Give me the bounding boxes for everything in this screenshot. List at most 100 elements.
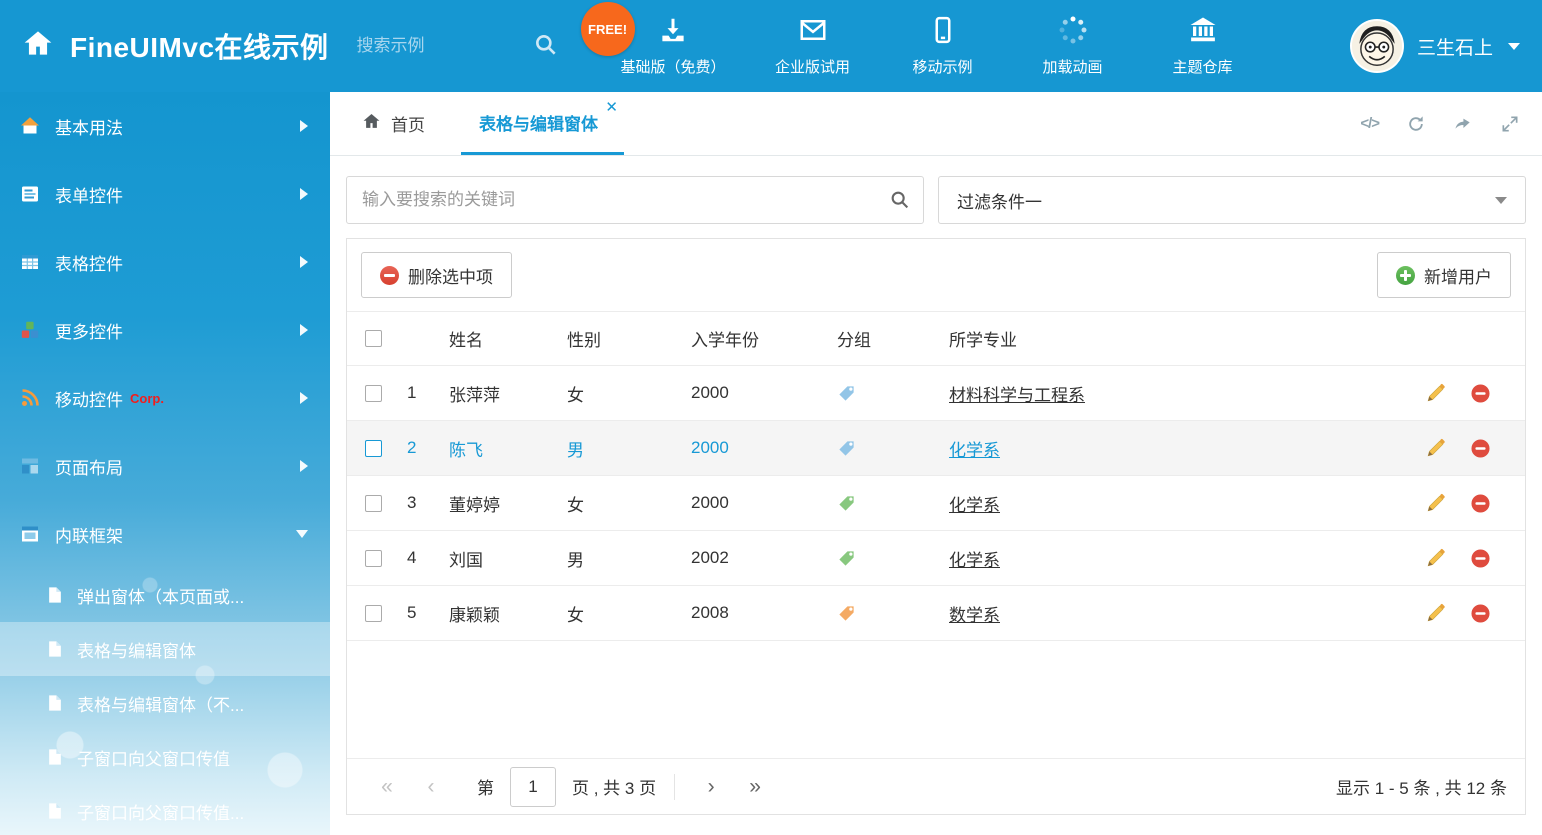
sidebar-subitem-child-to-parent[interactable]: 子窗口向父窗口传值 bbox=[0, 730, 330, 784]
nav-item-enterprise-trial[interactable]: 企业版试用 bbox=[770, 0, 856, 92]
file-icon bbox=[46, 802, 64, 820]
plus-circle-icon bbox=[1396, 266, 1415, 285]
sidebar-item-label: 内联框架 bbox=[55, 522, 123, 547]
sidebar-item-iframe[interactable]: 内联框架 bbox=[0, 500, 330, 568]
form-icon bbox=[20, 184, 40, 204]
sidebar-subitem-child-to-parent-2[interactable]: 子窗口向父窗口传值... bbox=[0, 784, 330, 835]
sidebar-item-page-layout[interactable]: 页面布局 bbox=[0, 432, 330, 500]
edit-pencil-icon[interactable] bbox=[1425, 383, 1446, 404]
sidebar-item-basic-usage[interactable]: 基本用法 bbox=[0, 92, 330, 160]
delete-row-icon[interactable] bbox=[1470, 603, 1491, 624]
tab-grid-edit-window[interactable]: 表格与编辑窗体 ✕ bbox=[461, 92, 624, 155]
chevron-down-icon bbox=[1495, 197, 1507, 204]
row-checkbox[interactable] bbox=[365, 550, 382, 567]
user-menu[interactable]: 三生石上 bbox=[1350, 19, 1520, 73]
home-icon[interactable] bbox=[22, 28, 54, 65]
delete-row-icon[interactable] bbox=[1470, 493, 1491, 514]
row-checkbox[interactable] bbox=[365, 385, 382, 402]
major-link[interactable]: 化学系 bbox=[949, 441, 1000, 460]
major-link[interactable]: 化学系 bbox=[949, 551, 1000, 570]
row-checkbox[interactable] bbox=[365, 495, 382, 512]
keyword-search[interactable] bbox=[346, 176, 924, 224]
tag-icon bbox=[837, 549, 856, 568]
row-year: 2008 bbox=[683, 603, 829, 623]
major-link[interactable]: 数学系 bbox=[949, 606, 1000, 625]
brand[interactable]: FineUIMvc在线示例 bbox=[22, 26, 329, 66]
tag-icon bbox=[837, 439, 856, 458]
search-icon[interactable] bbox=[533, 32, 559, 63]
grid-panel: 删除选中项 新增用户 姓名 性别 入学年份 分组 所学专业 1 张萍萍 女 20… bbox=[346, 238, 1526, 815]
table-row[interactable]: 1 张萍萍 女 2000 材料科学与工程系 bbox=[347, 366, 1525, 421]
row-gender: 女 bbox=[559, 601, 683, 626]
sidebar-subitem-grid-edit-window[interactable]: 表格与编辑窗体 bbox=[0, 622, 330, 676]
last-page-button[interactable]: » bbox=[733, 775, 777, 799]
search-icon[interactable] bbox=[889, 189, 911, 216]
major-link[interactable]: 化学系 bbox=[949, 496, 1000, 515]
cubes-icon bbox=[20, 320, 40, 340]
sidebar-subitem-label: 子窗口向父窗口传值 bbox=[77, 745, 230, 770]
table-row[interactable]: 2 陈飞 男 2000 化学系 bbox=[347, 421, 1525, 476]
spinner-icon bbox=[1058, 15, 1088, 49]
row-checkbox[interactable] bbox=[365, 440, 382, 457]
edit-pencil-icon[interactable] bbox=[1425, 438, 1446, 459]
source-code-icon[interactable]: </> bbox=[1360, 115, 1379, 132]
file-icon bbox=[46, 586, 64, 604]
page-input[interactable] bbox=[510, 767, 556, 807]
nav-item-basic-free[interactable]: FREE! 基础版（免费） bbox=[621, 0, 726, 92]
major-link[interactable]: 材料科学与工程系 bbox=[949, 386, 1085, 405]
delete-row-icon[interactable] bbox=[1470, 438, 1491, 459]
delete-row-icon[interactable] bbox=[1470, 383, 1491, 404]
filter-dropdown[interactable]: 过滤条件一 bbox=[938, 176, 1526, 224]
sidebar-subitem-label: 子窗口向父窗口传值... bbox=[77, 799, 244, 824]
pagination-bar: « ‹ 第 页 , 共 3 页 › » 显示 1 - 5 条 , 共 12 条 bbox=[347, 758, 1525, 814]
edit-pencil-icon[interactable] bbox=[1425, 548, 1446, 569]
add-user-button[interactable]: 新增用户 bbox=[1377, 252, 1511, 298]
file-icon bbox=[46, 694, 64, 712]
edit-pencil-icon[interactable] bbox=[1425, 493, 1446, 514]
nav-item-theme-store[interactable]: 主题仓库 bbox=[1160, 0, 1246, 92]
keyword-search-input[interactable] bbox=[346, 176, 924, 224]
record-count-summary: 显示 1 - 5 条 , 共 12 条 bbox=[1336, 774, 1507, 799]
table-row[interactable]: 3 董婷婷 女 2000 化学系 bbox=[347, 476, 1525, 531]
delete-row-icon[interactable] bbox=[1470, 548, 1491, 569]
minus-circle-icon bbox=[380, 266, 399, 285]
row-gender: 女 bbox=[559, 491, 683, 516]
column-header-year: 入学年份 bbox=[683, 326, 829, 351]
sidebar-item-mobile-controls[interactable]: 移动控件 Corp. bbox=[0, 364, 330, 432]
refresh-icon[interactable] bbox=[1406, 114, 1426, 134]
house-icon bbox=[20, 116, 40, 136]
nav-item-label: 移动示例 bbox=[913, 56, 973, 77]
next-page-button[interactable]: › bbox=[689, 775, 733, 799]
chevron-down-icon bbox=[296, 530, 308, 538]
edit-pencil-icon[interactable] bbox=[1425, 603, 1446, 624]
delete-button-label: 删除选中项 bbox=[408, 263, 493, 288]
pager-divider bbox=[674, 774, 675, 800]
nav-item-loading-anim[interactable]: 加载动画 bbox=[1030, 0, 1116, 92]
sidebar-subitem-grid-edit-window-2[interactable]: 表格与编辑窗体（不... bbox=[0, 676, 330, 730]
tab-toolbar: </> bbox=[1360, 92, 1526, 155]
delete-selected-button[interactable]: 删除选中项 bbox=[361, 252, 512, 298]
tab-home[interactable]: 首页 bbox=[346, 92, 441, 155]
sidebar-subitem-label: 弹出窗体（本页面或... bbox=[77, 583, 244, 608]
row-name: 陈飞 bbox=[441, 436, 559, 461]
nav-item-mobile-demo[interactable]: 移动示例 bbox=[900, 0, 986, 92]
open-new-window-icon[interactable] bbox=[1453, 114, 1473, 134]
table-row[interactable]: 5 康颖颖 女 2008 数学系 bbox=[347, 586, 1525, 641]
main-content: 首页 表格与编辑窗体 ✕ </> 过滤条件一 bbox=[330, 92, 1542, 835]
table-row[interactable]: 4 刘国 男 2002 化学系 bbox=[347, 531, 1525, 586]
sidebar-item-more-controls[interactable]: 更多控件 bbox=[0, 296, 330, 364]
prev-page-button[interactable]: ‹ bbox=[409, 775, 453, 799]
sidebar-item-label: 页面布局 bbox=[55, 454, 123, 479]
sidebar-item-form-controls[interactable]: 表单控件 bbox=[0, 160, 330, 228]
row-year: 2002 bbox=[683, 548, 829, 568]
expand-icon[interactable] bbox=[1500, 114, 1520, 134]
header-search[interactable] bbox=[357, 36, 563, 56]
column-header-major: 所学专业 bbox=[941, 326, 1403, 351]
sidebar-item-grid-controls[interactable]: 表格控件 bbox=[0, 228, 330, 296]
sidebar-subitem-popup-window[interactable]: 弹出窗体（本页面或... bbox=[0, 568, 330, 622]
nav-item-label: 企业版试用 bbox=[775, 56, 850, 77]
row-checkbox[interactable] bbox=[365, 605, 382, 622]
close-icon[interactable]: ✕ bbox=[605, 100, 618, 115]
first-page-button[interactable]: « bbox=[365, 775, 409, 799]
select-all-checkbox[interactable] bbox=[365, 330, 382, 347]
